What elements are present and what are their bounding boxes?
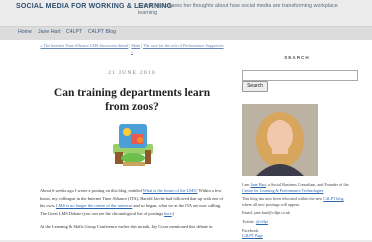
nav-item-jane-hart[interactable]: Jane Hart <box>38 29 61 35</box>
site-tagline: | Jane Hart shares her thoughts about ho… <box>138 3 338 16</box>
nav-item-c4lpt-blog[interactable]: C4LPT Blog <box>88 29 116 35</box>
next-post-link[interactable]: The case for the role of Performance Sup… <box>131 43 224 54</box>
facebook-link[interactable]: C4LPT Page <box>242 233 263 238</box>
search-input[interactable] <box>242 70 358 81</box>
post-paragraph: At the Learning & Skills Group Conferenc… <box>40 224 213 229</box>
prev-post-link[interactable]: « The Internet Time Alliance LMS discuss… <box>40 43 128 48</box>
post-date: 21 JUNE 2010 <box>108 70 156 76</box>
author-photo <box>242 104 318 176</box>
post-link-future-lms[interactable]: What is the future of the LMS? <box>143 188 198 193</box>
zoo-illustration <box>107 118 159 170</box>
post-body: About 6 weeks ago I wrote a posting on t… <box>40 187 228 237</box>
bio-link-c4lpt-blog[interactable]: C4LPT blog <box>323 196 343 201</box>
twitter-link[interactable]: @c4lpt <box>256 219 268 224</box>
site-header: SOCIAL MEDIA FOR WORKING & LEARNING | Ja… <box>0 0 372 26</box>
author-bio: I am Jane Hart, a Social Business Consul… <box>242 182 354 242</box>
nav-item-home[interactable]: Home <box>18 29 32 35</box>
bio-link-c4lpt[interactable]: Centre for Learning & Performance Techno… <box>242 188 323 193</box>
contact-email: Email: jane.hart@c4lpt.co.uk <box>242 210 291 216</box>
post-paragraph: About 6 weeks ago I wrote a posting on t… <box>40 188 224 216</box>
post-link-here[interactable]: here <box>164 211 172 216</box>
main-link[interactable]: Main <box>131 43 140 48</box>
search-heading: SEARCH <box>284 55 310 60</box>
bio-link-jane-hart[interactable]: Jane Hart <box>250 182 266 187</box>
post-navigation: « The Internet Time Alliance LMS discuss… <box>40 43 224 54</box>
nav-item-c4lpt[interactable]: C4LPT <box>66 29 82 35</box>
search-button[interactable]: Search <box>242 81 268 92</box>
post-title[interactable]: Can training departments learn from zoos… <box>52 86 212 114</box>
post-link-lms-centre[interactable]: LMS is no longer the centre of the unive… <box>56 203 132 208</box>
main-nav: Home Jane Hart C4LPT C4LPT Blog <box>0 26 372 41</box>
